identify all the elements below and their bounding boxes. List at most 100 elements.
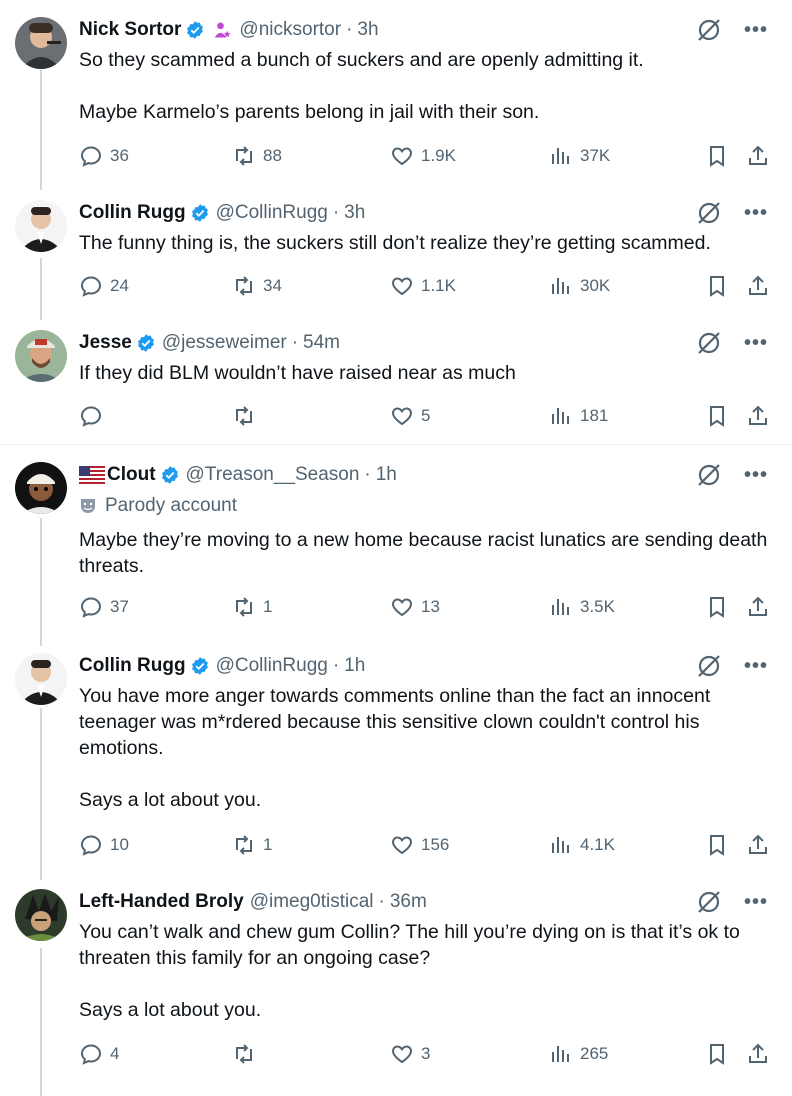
share-button[interactable]	[746, 274, 770, 298]
retweet-button[interactable]: 1	[232, 833, 272, 857]
bookmark-button[interactable]	[705, 404, 729, 428]
separator: ·	[364, 464, 371, 485]
handle[interactable]: @jesseweimer	[162, 330, 287, 356]
display-name[interactable]: Nick Sortor	[79, 17, 181, 43]
bookmark-icon	[710, 597, 724, 618]
like-button[interactable]: 1.9K	[390, 144, 456, 168]
reply-button[interactable]: 37	[79, 595, 129, 619]
grok-icon[interactable]	[696, 462, 722, 488]
bookmark-button[interactable]	[705, 833, 729, 857]
like-button[interactable]: 1.1K	[390, 274, 456, 298]
theater-mask-icon	[81, 499, 95, 513]
bookmark-button[interactable]	[705, 274, 729, 298]
reply-icon	[80, 597, 102, 618]
share-button[interactable]	[746, 1042, 770, 1066]
bookmark-button[interactable]	[705, 595, 729, 619]
retweet-icon	[236, 276, 252, 296]
bookmark-button[interactable]	[705, 144, 729, 168]
like-button[interactable]: 3	[390, 1042, 430, 1066]
views-button[interactable]: 30K	[549, 274, 610, 298]
retweet-button[interactable]	[232, 404, 263, 428]
separator: ·	[291, 332, 299, 353]
avatar[interactable]	[15, 330, 67, 382]
display-name[interactable]: Collin Rugg	[79, 653, 186, 679]
reply-button[interactable]: 10	[79, 833, 129, 857]
heart-icon	[392, 277, 412, 296]
share-button[interactable]	[746, 144, 770, 168]
verified-badge-icon	[161, 466, 178, 484]
timestamp[interactable]: 54m	[303, 330, 340, 356]
grok-icon[interactable]	[696, 653, 722, 679]
retweet-icon	[236, 835, 252, 855]
reply-button[interactable]: 24	[79, 274, 129, 298]
views-icon	[552, 148, 569, 164]
more-icon[interactable]: •••	[744, 892, 768, 912]
timestamp[interactable]: 1h	[376, 462, 397, 488]
more-icon[interactable]: •••	[744, 203, 768, 223]
reply-button[interactable]: 36	[79, 144, 129, 168]
heart-icon	[392, 407, 412, 426]
retweet-button[interactable]	[232, 1042, 263, 1066]
timestamp[interactable]: 3h	[357, 17, 378, 43]
views-count: 3.5K	[580, 597, 615, 616]
handle[interactable]: @Treason__Season	[186, 462, 360, 488]
avatar[interactable]	[15, 462, 67, 514]
avatar[interactable]	[15, 889, 67, 941]
avatar[interactable]	[15, 17, 67, 69]
share-button[interactable]	[746, 833, 770, 857]
reply-count: 10	[110, 835, 129, 854]
views-count: 30K	[580, 276, 611, 295]
separator: ·	[332, 202, 340, 223]
retweet-icon	[236, 406, 252, 426]
retweet-button[interactable]: 1	[232, 595, 272, 619]
display-name[interactable]: Left-Handed Broly	[79, 889, 244, 915]
more-icon[interactable]: •••	[744, 656, 768, 676]
views-button[interactable]: 3.5K	[549, 595, 615, 619]
bookmark-button[interactable]	[705, 1042, 729, 1066]
like-count: 156	[421, 835, 450, 854]
display-name[interactable]: Collin Rugg	[79, 200, 186, 226]
avatar[interactable]	[15, 653, 67, 705]
handle[interactable]: @CollinRugg	[216, 653, 328, 679]
share-button[interactable]	[746, 595, 770, 619]
affiliate-icon	[215, 22, 231, 38]
bookmark-icon	[710, 146, 724, 167]
reply-icon	[80, 835, 102, 856]
grok-icon[interactable]	[696, 330, 722, 356]
retweet-button[interactable]: 88	[232, 144, 282, 168]
like-count: 5	[421, 406, 431, 425]
more-icon[interactable]: •••	[744, 465, 768, 485]
more-icon[interactable]: •••	[744, 20, 768, 40]
timestamp[interactable]: 3h	[344, 200, 365, 226]
views-button[interactable]: 37K	[549, 144, 610, 168]
share-icon	[749, 1043, 767, 1063]
handle[interactable]: @CollinRugg	[216, 200, 328, 226]
more-icon[interactable]: •••	[744, 333, 768, 353]
heart-icon	[392, 1045, 412, 1064]
grok-icon[interactable]	[696, 17, 722, 43]
display-name[interactable]: Clout	[107, 462, 156, 488]
retweet-button[interactable]: 34	[232, 274, 282, 298]
views-button[interactable]: 181	[549, 404, 608, 428]
reply-button[interactable]	[79, 404, 110, 428]
verified-badge-icon	[191, 204, 208, 222]
handle[interactable]: @imeg0tistical	[250, 889, 374, 915]
timestamp[interactable]: 1h	[344, 653, 365, 679]
reply-button[interactable]: 4	[79, 1042, 119, 1066]
verified-badge-icon	[191, 657, 208, 675]
views-button[interactable]: 4.1K	[549, 833, 615, 857]
grok-icon[interactable]	[696, 889, 722, 915]
like-button[interactable]: 156	[390, 833, 449, 857]
like-button[interactable]: 5	[390, 404, 430, 428]
parody-label: Parody account	[79, 495, 237, 517]
grok-icon[interactable]	[696, 200, 722, 226]
timestamp[interactable]: 36m	[390, 889, 427, 915]
avatar[interactable]	[15, 200, 67, 252]
views-icon	[552, 1046, 569, 1062]
views-button[interactable]: 265	[549, 1042, 608, 1066]
reply-icon	[80, 276, 102, 297]
handle[interactable]: @nicksortor	[239, 17, 341, 43]
like-button[interactable]: 13	[390, 595, 440, 619]
display-name[interactable]: Jesse	[79, 330, 132, 356]
share-button[interactable]	[746, 404, 770, 428]
